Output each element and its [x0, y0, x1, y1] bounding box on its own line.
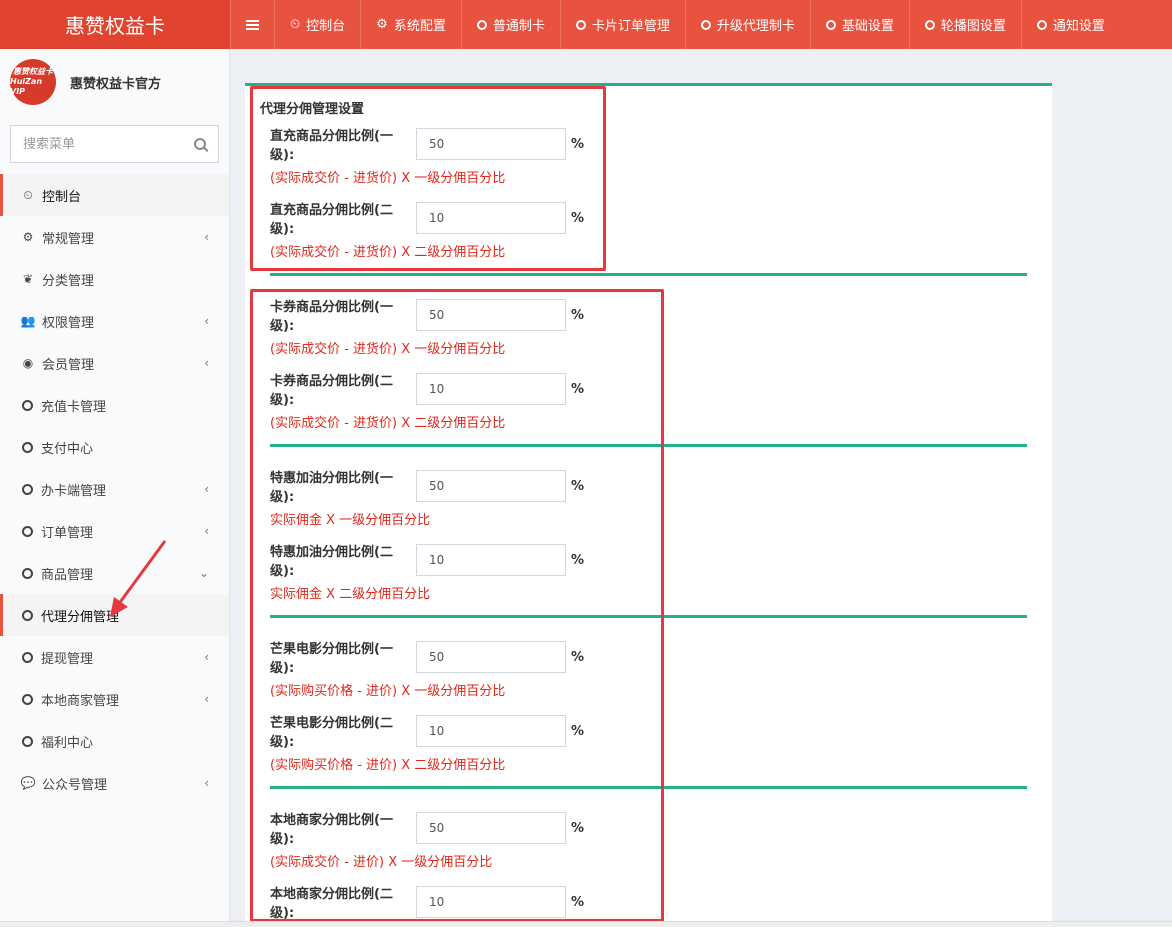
topnav-card-orders[interactable]: 卡片订单管理: [559, 0, 685, 49]
topnav-system-config[interactable]: ⚙ 系统配置: [360, 0, 461, 49]
circle-icon: [22, 441, 33, 453]
search-icon[interactable]: [194, 138, 206, 150]
circle-icon: [1036, 19, 1047, 30]
search-input[interactable]: [23, 136, 194, 152]
sidebar-toggle-button[interactable]: [230, 0, 274, 49]
chevron-left-icon: ‹: [204, 482, 209, 496]
chevron-left-icon: ‹: [204, 692, 209, 706]
annotation-box: [250, 86, 606, 271]
user-name: 惠赞权益卡官方: [70, 76, 162, 92]
circle-icon: [22, 567, 33, 579]
sidebar-item-wechat[interactable]: 💬 公众号管理 ‹: [0, 762, 229, 804]
sidebar-item-permissions[interactable]: 👥 权限管理 ‹: [0, 300, 229, 342]
sidebar-item-withdrawal[interactable]: 提现管理 ‹: [0, 636, 229, 678]
gear-icon: ⚙: [376, 17, 388, 32]
topnav-normal-card[interactable]: 普通制卡: [460, 0, 560, 49]
circle-icon: [22, 483, 33, 495]
wechat-icon: 💬: [20, 776, 36, 790]
chevron-left-icon: ‹: [204, 230, 209, 244]
sidebar-item-card-terminal[interactable]: 办卡端管理 ‹: [0, 468, 229, 510]
chevron-left-icon: ‹: [204, 650, 209, 664]
sidebar-item-general[interactable]: ⚙ 常规管理 ‹: [0, 216, 229, 258]
circle-icon: [22, 651, 33, 663]
user-panel: 惠赞权益卡 HuiZan VIP 惠赞权益卡官方: [0, 49, 229, 115]
sidebar-item-welfare[interactable]: 福利中心: [0, 720, 229, 762]
avatar[interactable]: 惠赞权益卡 HuiZan VIP: [10, 59, 56, 105]
chevron-left-icon: ‹: [204, 356, 209, 370]
circle-icon: [22, 525, 33, 537]
circle-icon: [575, 19, 586, 30]
circle-icon: [22, 735, 33, 747]
sidebar-item-recharge-card[interactable]: 充值卡管理: [0, 384, 229, 426]
search-box: [10, 125, 219, 163]
sidebar-item-members[interactable]: ◉ 会员管理 ‹: [0, 342, 229, 384]
sidebar-menu: ⏲ 控制台 ⚙ 常规管理 ‹ ❦ 分类管理 👥 权限管理 ‹ ◉ 会员管理 ‹ …: [0, 174, 229, 804]
circle-icon: [924, 19, 935, 30]
sidebar-item-local-merchants[interactable]: 本地商家管理 ‹: [0, 678, 229, 720]
hamburger-icon: [246, 19, 259, 30]
horizontal-scrollbar[interactable]: [0, 921, 1172, 927]
topnav-carousel-settings[interactable]: 轮播图设置: [908, 0, 1021, 49]
circle-icon: [825, 19, 836, 30]
circle-icon: [22, 609, 33, 621]
leaf-icon: ❦: [22, 272, 34, 286]
cogs-icon: ⚙: [22, 230, 34, 244]
circle-icon: [22, 693, 33, 705]
circle-icon: [476, 19, 487, 30]
section-divider: [270, 273, 1027, 276]
dashboard-icon: ⏲: [290, 17, 301, 32]
annotation-box: [250, 289, 664, 922]
sidebar: 惠赞权益卡 HuiZan VIP 惠赞权益卡官方 ⏲ 控制台 ⚙ 常规管理 ‹ …: [0, 49, 230, 927]
sidebar-item-dashboard[interactable]: ⏲ 控制台: [0, 174, 229, 216]
user-circle-icon: ◉: [22, 356, 34, 370]
users-icon: 👥: [20, 314, 36, 328]
circle-icon: [700, 19, 711, 30]
chevron-left-icon: ‹: [204, 314, 209, 328]
annotation-arrow: [110, 540, 167, 617]
chevron-down-icon: ⌄: [198, 566, 209, 580]
topnav-notification-settings[interactable]: 通知设置: [1020, 0, 1120, 49]
circle-icon: [22, 399, 33, 411]
top-nav: ⏲ 控制台 ⚙ 系统配置 普通制卡 卡片订单管理 升级代理制卡 基础设置 轮播图…: [230, 0, 1120, 49]
sidebar-item-payment[interactable]: 支付中心: [0, 426, 229, 468]
sidebar-item-category[interactable]: ❦ 分类管理: [0, 258, 229, 300]
topnav-basic-settings[interactable]: 基础设置: [809, 0, 909, 49]
dashboard-icon: ⏲: [23, 187, 33, 202]
app-logo[interactable]: 惠赞权益卡: [0, 0, 230, 49]
chevron-left-icon: ‹: [204, 776, 209, 790]
top-header: 惠赞权益卡 ⏲ 控制台 ⚙ 系统配置 普通制卡 卡片订单管理 升级代理制卡 基础…: [0, 0, 1172, 49]
topnav-dashboard[interactable]: ⏲ 控制台: [274, 0, 360, 49]
chevron-left-icon: ‹: [204, 524, 209, 538]
topnav-upgrade-agent-card[interactable]: 升级代理制卡: [684, 0, 810, 49]
